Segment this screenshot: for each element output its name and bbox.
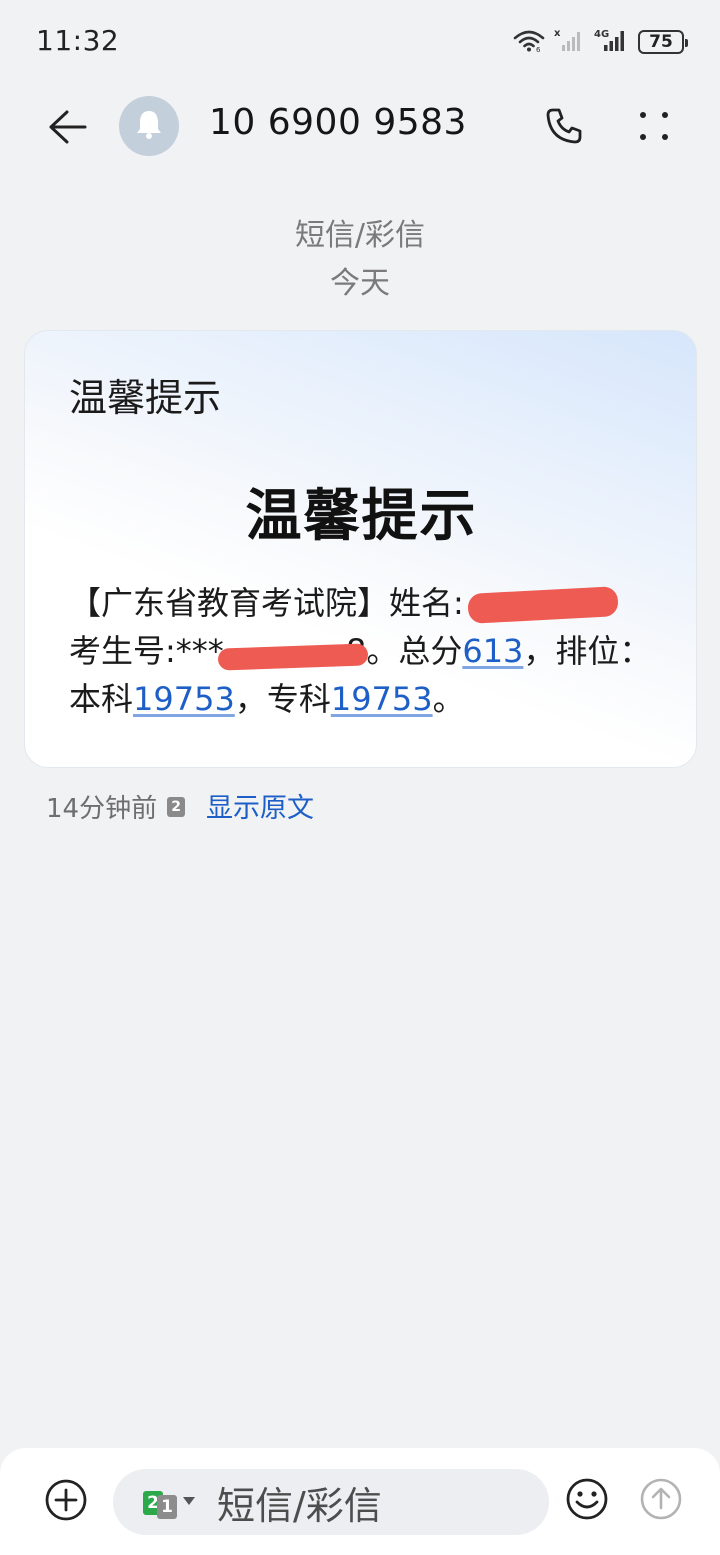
conversation-header: 10 6900 9583	[0, 84, 720, 174]
add-button[interactable]	[42, 1478, 90, 1526]
status-time: 11:32	[36, 24, 120, 57]
composer-bar: 2 1 短信/彩信	[0, 1448, 720, 1555]
chevron-down-icon	[183, 1490, 195, 1509]
smile-icon	[565, 1477, 609, 1525]
card-title: 温馨提示	[245, 484, 478, 549]
body-line1-prefix: 【广东省教育考试院】姓名:	[69, 584, 464, 622]
svg-text:x: x	[554, 28, 561, 39]
card-label: 温馨提示	[69, 376, 222, 420]
rank-specialist-link[interactable]: 19753	[331, 680, 433, 718]
add-icon	[44, 1478, 88, 1526]
call-button[interactable]	[536, 100, 592, 156]
phone-icon	[544, 106, 584, 150]
send-button[interactable]	[638, 1478, 684, 1524]
thread-type: 短信/彩信	[294, 218, 426, 253]
examinee-start: ***	[175, 632, 224, 670]
timestamp-text: 14分钟前	[46, 794, 158, 824]
bell-icon	[134, 108, 164, 144]
sim-secondary-icon: 1	[157, 1494, 177, 1519]
message-input[interactable]: 2 1 短信/彩信	[113, 1469, 549, 1535]
battery-icon: 75	[638, 30, 688, 54]
total-score-link[interactable]: 613	[462, 632, 523, 670]
more-button[interactable]	[626, 100, 682, 156]
avatar[interactable]	[119, 96, 179, 156]
rank-undergrad-link[interactable]: 19753	[133, 680, 235, 718]
input-placeholder: 短信/彩信	[217, 1483, 382, 1528]
message-timestamp: 14分钟前 2	[46, 788, 186, 825]
examinee-digits: 190108	[217, 632, 369, 671]
message-card[interactable]: 温馨提示 温馨提示 【广东省教育考试院】姓名: 考生号:***1901088。总…	[24, 330, 697, 768]
network-label: 4G	[594, 29, 609, 40]
signal-4g-icon: 4G	[594, 27, 630, 57]
name-redaction	[467, 586, 619, 624]
back-button[interactable]	[40, 102, 94, 156]
sim-selector[interactable]: 2 1	[143, 1490, 195, 1519]
status-icons: 6 x 4G 75	[512, 26, 688, 58]
send-icon	[639, 1477, 683, 1525]
rank-specialist-label: ，专科	[234, 680, 331, 718]
wifi-icon: 6	[512, 28, 546, 56]
sim-badge: 2	[167, 796, 186, 817]
show-original-link[interactable]: 显示原文	[206, 786, 314, 825]
more-icon	[637, 109, 671, 147]
body-end: 。	[432, 680, 465, 718]
contact-number[interactable]: 10 6900 9583	[209, 102, 467, 143]
status-bar: 11:32 6 x 4G 75	[0, 0, 720, 84]
battery-level: 75	[649, 32, 673, 52]
svg-text:6: 6	[536, 46, 541, 52]
message-body: 【广东省教育考试院】姓名: 考生号:***1901088。总分613，排位：本科…	[69, 579, 669, 723]
thread-date: 今天	[330, 266, 390, 301]
no-signal-icon: x	[554, 27, 586, 57]
examinee-label: 考生号:	[69, 632, 176, 670]
total-label: 。总分	[366, 632, 463, 670]
emoji-button[interactable]	[564, 1478, 610, 1524]
back-arrow-icon	[47, 109, 87, 149]
